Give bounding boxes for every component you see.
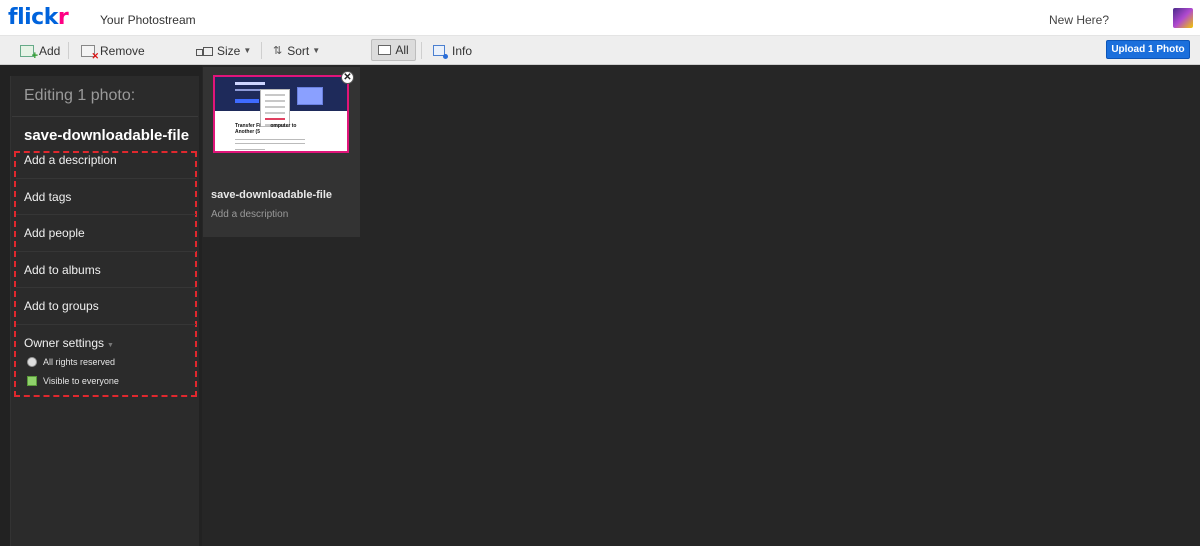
info-icon <box>433 45 448 59</box>
divider <box>16 324 196 325</box>
info-label: Info <box>452 43 473 58</box>
all-label: All <box>395 43 409 57</box>
divider <box>16 178 196 179</box>
page-title: Your Photostream <box>100 13 196 27</box>
thumbnail-line <box>235 143 305 144</box>
thumbnail-title-text: Another (5 <box>235 129 260 135</box>
add-label: Add <box>39 43 61 58</box>
divider <box>12 116 198 117</box>
photo-card-description[interactable]: Add a description <box>211 209 288 220</box>
photo-card-title: save-downloadable-file <box>211 189 333 201</box>
thumbnail-screen <box>297 87 323 105</box>
divider <box>16 251 196 252</box>
add-to-albums-option[interactable]: Add to albums <box>24 263 101 277</box>
owner-settings-label: Owner settings <box>24 336 105 350</box>
thumbnail-title: Transfer Fi omputer to Another (5 <box>235 123 296 135</box>
photo-title-field[interactable]: save-downloadable-file <box>24 127 189 144</box>
add-tags-option[interactable]: Add tags <box>24 190 71 204</box>
privacy-setting[interactable]: Visible to everyone <box>27 376 119 386</box>
photo-thumbnail[interactable]: Transfer Fi omputer to Another (5 <box>213 75 349 153</box>
divider <box>16 214 196 215</box>
info-button[interactable]: Info <box>433 36 472 65</box>
add-photo-icon <box>20 44 38 62</box>
add-description-option[interactable]: Add a description <box>24 153 117 167</box>
upload-button[interactable]: Upload 1 Photo <box>1106 40 1190 59</box>
size-label: Size <box>217 43 241 58</box>
select-all-icon <box>378 45 392 55</box>
add-to-groups-option[interactable]: Add to groups <box>24 299 99 313</box>
editing-count-label: Editing 1 photo: <box>24 87 136 104</box>
select-all-button[interactable]: All <box>371 39 416 61</box>
toolbar-divider <box>261 42 262 59</box>
chevron-down-icon: ▼ <box>107 342 114 349</box>
toolbar-divider <box>421 42 422 59</box>
size-icon <box>196 46 213 56</box>
chevron-down-icon: ▼ <box>312 46 321 55</box>
close-icon[interactable]: ✕ <box>341 71 354 84</box>
toolbar: Add Remove Size ▼ ⇅ Sort ▼ All Info Uplo… <box>0 36 1200 65</box>
privacy-label: Visible to everyone <box>43 376 119 386</box>
sort-dropdown[interactable]: ⇅ Sort ▼ <box>273 36 320 65</box>
thumbnail-line <box>235 139 305 140</box>
remove-button[interactable]: Remove <box>81 36 145 65</box>
thumbnail-line <box>235 82 265 85</box>
license-label: All rights reserved <box>43 357 116 367</box>
new-here-link[interactable]: New Here? <box>1049 13 1109 27</box>
license-setting[interactable]: All rights reserved <box>27 357 115 367</box>
visibility-icon <box>27 376 37 386</box>
thumbnail-title-text: omputer to <box>270 123 297 129</box>
sort-label: Sort <box>287 43 310 58</box>
add-button[interactable]: Add <box>20 36 60 65</box>
divider <box>16 287 196 288</box>
logo-text-blue: flick <box>8 5 58 30</box>
chevron-down-icon: ▼ <box>243 46 252 55</box>
owner-settings-toggle[interactable]: Owner settings ▼ <box>24 336 114 350</box>
user-avatar[interactable] <box>1173 8 1193 28</box>
remove-label: Remove <box>100 43 145 58</box>
remove-photo-icon <box>81 44 99 62</box>
flickr-logo[interactable]: flickr <box>8 5 69 30</box>
thumbnail-line <box>235 149 265 150</box>
thumbnail-popup <box>260 89 290 127</box>
add-people-option[interactable]: Add people <box>24 226 85 240</box>
thumbnail-button <box>235 99 259 103</box>
copyright-icon <box>27 357 37 367</box>
top-header: flickr Your Photostream New Here? <box>0 0 1200 36</box>
sort-icon: ⇅ <box>273 45 283 57</box>
logo-text-pink: r <box>57 5 69 30</box>
toolbar-divider <box>68 42 69 59</box>
size-dropdown[interactable]: Size ▼ <box>196 36 251 65</box>
